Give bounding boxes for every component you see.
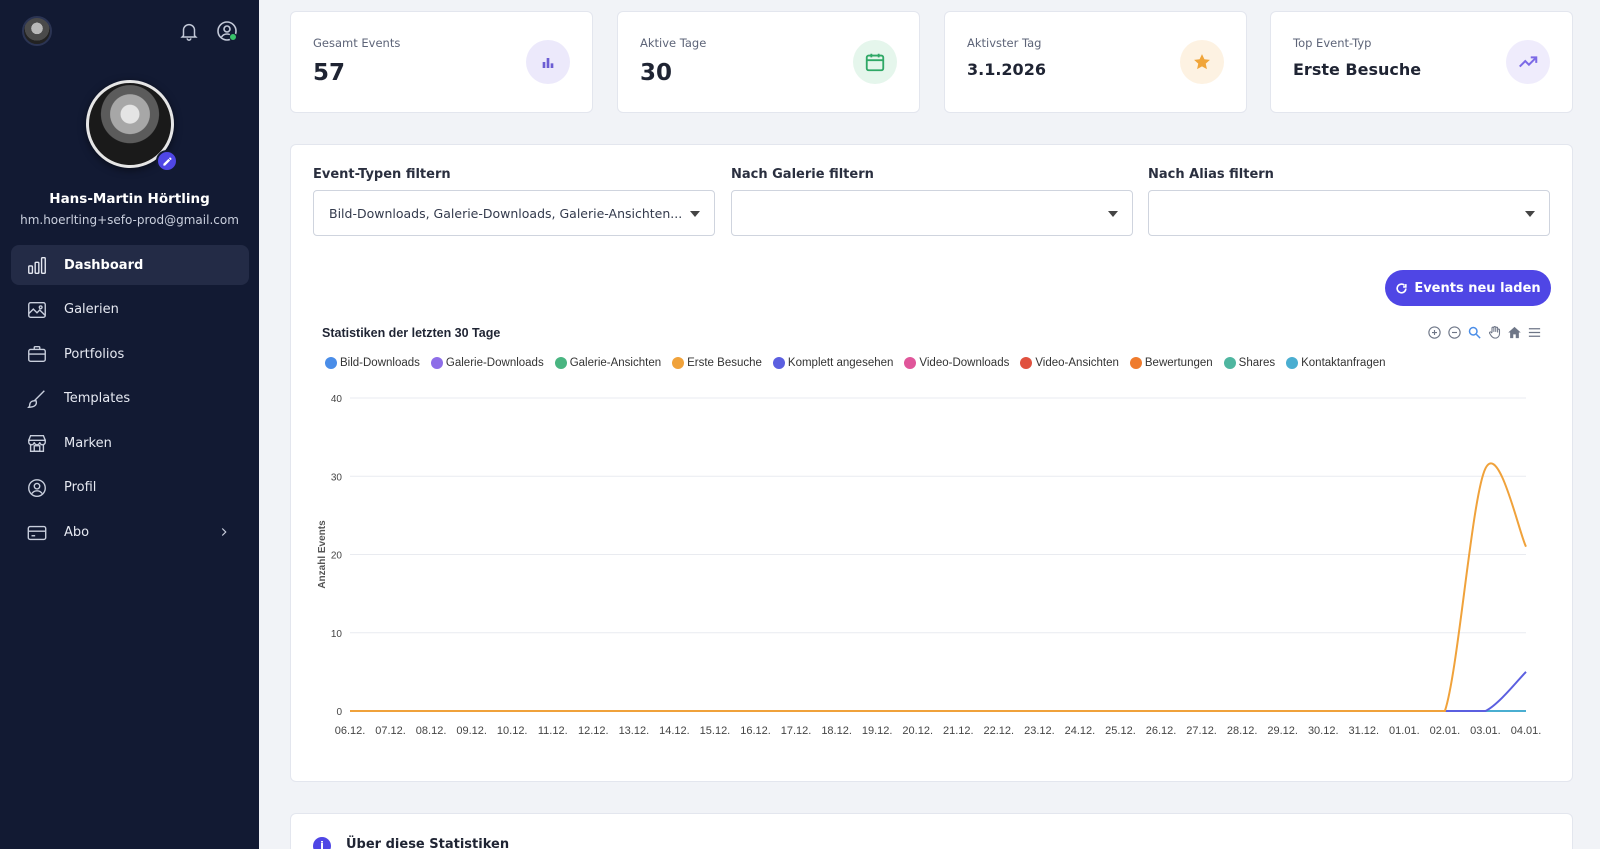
info-icon: i <box>313 837 331 849</box>
x-tick-label: 26.12. <box>1146 725 1177 737</box>
x-tick-label: 01.01. <box>1389 725 1420 737</box>
stat-card-total-events: Gesamt Events 57 <box>290 11 593 113</box>
sidebar-nav: Dashboard Galerien Portfolios Templates … <box>11 245 249 557</box>
pencil-icon <box>162 156 172 166</box>
account-avatar[interactable] <box>22 16 52 46</box>
stat-card-most-active-day: Aktivster Tag 3.1.2026 <box>944 11 1247 113</box>
trending-up-icon <box>1506 40 1550 84</box>
x-tick-label: 28.12. <box>1227 725 1258 737</box>
sidebar-item-label: Marken <box>64 435 112 451</box>
x-tick-label: 08.12. <box>416 725 447 737</box>
x-tick-label: 13.12. <box>619 725 650 737</box>
notification-bell-icon[interactable] <box>178 20 200 42</box>
x-tick-label: 21.12. <box>943 725 974 737</box>
stat-label: Aktive Tage <box>640 36 707 50</box>
sidebar-item-label: Profil <box>64 480 97 496</box>
stat-card-top-event-type: Top Event-Typ Erste Besuche <box>1270 11 1573 113</box>
x-tick-label: 23.12. <box>1024 725 1055 737</box>
calendar-icon <box>853 40 897 84</box>
y-tick-label: 40 <box>331 394 343 405</box>
x-tick-label: 19.12. <box>862 725 893 737</box>
sidebar-item-marken[interactable]: Marken <box>11 423 249 463</box>
sidebar-item-profil[interactable]: Profil <box>11 468 249 508</box>
sidebar-item-portfolios[interactable]: Portfolios <box>11 334 249 374</box>
x-tick-label: 04.01. <box>1511 725 1542 737</box>
x-tick-label: 27.12. <box>1186 725 1217 737</box>
x-tick-label: 25.12. <box>1105 725 1136 737</box>
x-tick-label: 10.12. <box>497 725 528 737</box>
stat-label: Gesamt Events <box>313 36 401 50</box>
credit-card-icon <box>26 522 48 544</box>
x-tick-label: 30.12. <box>1308 725 1339 737</box>
bar-chart-icon <box>526 40 570 84</box>
sidebar-item-label: Abo <box>64 525 90 541</box>
stat-value: Erste Besuche <box>1293 60 1422 79</box>
y-tick-label: 0 <box>336 707 342 718</box>
x-tick-label: 02.01. <box>1430 725 1461 737</box>
sidebar-item-dashboard[interactable]: Dashboard <box>11 245 249 285</box>
sidebar-item-label: Dashboard <box>64 257 144 273</box>
stat-value: 3.1.2026 <box>967 60 1046 79</box>
sidebar-item-label: Portfolios <box>64 346 125 362</box>
edit-photo-button[interactable] <box>156 150 178 172</box>
user-circle-icon <box>26 477 48 499</box>
sidebar: Hans-Martin Hörtling hm.hoerlting+sefo-p… <box>0 0 259 849</box>
series-line-komplett-angesehen <box>349 671 1527 713</box>
user-name: Hans-Martin Hörtling <box>49 191 210 207</box>
stat-value: 57 <box>313 60 346 86</box>
x-tick-label: 24.12. <box>1065 725 1096 737</box>
image-icon <box>26 299 48 321</box>
stat-label: Aktivster Tag <box>967 36 1042 50</box>
x-tick-label: 03.01. <box>1470 725 1501 737</box>
x-tick-label: 18.12. <box>821 725 852 737</box>
x-tick-label: 31.12. <box>1348 725 1379 737</box>
stat-label: Top Event-Typ <box>1293 36 1372 50</box>
user-email: hm.hoerlting+sefo-prod@gmail.com <box>20 213 239 227</box>
sidebar-item-abo[interactable]: Abo <box>11 513 249 553</box>
sidebar-item-label: Galerien <box>64 302 119 318</box>
star-icon <box>1180 40 1224 84</box>
briefcase-icon <box>26 343 48 365</box>
statistics-panel: Event-Typen filtern Bild-Downloads, Gale… <box>290 144 1573 782</box>
x-tick-label: 16.12. <box>740 725 771 737</box>
x-tick-label: 20.12. <box>902 725 933 737</box>
line-chart: 0 10 20 30 40 Anzahl Events 06.12. 07.12. 08.12.… <box>317 394 1542 737</box>
sidebar-item-galerien[interactable]: Galerien <box>11 290 249 330</box>
x-tick-label: 07.12. <box>375 725 406 737</box>
info-panel: i Über diese Statistiken <box>290 813 1573 849</box>
y-tick-label: 30 <box>331 472 343 483</box>
x-tick-label: 22.12. <box>984 725 1015 737</box>
sidebar-item-label: Templates <box>64 391 131 407</box>
store-icon <box>26 432 48 454</box>
brush-icon <box>26 388 48 410</box>
y-tick-label: 20 <box>331 551 343 562</box>
x-tick-label: 15.12. <box>700 725 731 737</box>
info-title[interactable]: Über diese Statistiken <box>346 837 509 849</box>
x-tick-label: 17.12. <box>781 725 812 737</box>
x-tick-label: 14.12. <box>659 725 690 737</box>
sidebar-item-templates[interactable]: Templates <box>11 379 249 419</box>
chevron-right-icon <box>217 525 231 539</box>
x-tick-label: 09.12. <box>456 725 487 737</box>
series-line-erste-besuche <box>349 462 1527 713</box>
x-tick-label: 12.12. <box>578 725 609 737</box>
online-status-dot <box>229 33 237 41</box>
x-tick-label: 11.12. <box>538 725 568 737</box>
y-tick-label: 10 <box>331 629 343 640</box>
x-tick-label: 06.12. <box>335 725 366 737</box>
x-tick-label: 29.12. <box>1267 725 1298 737</box>
y-axis-label: Anzahl Events <box>317 520 328 589</box>
bar-chart-icon <box>26 254 48 276</box>
stat-card-active-days: Aktive Tage 30 <box>617 11 920 113</box>
stat-value: 30 <box>640 60 673 86</box>
